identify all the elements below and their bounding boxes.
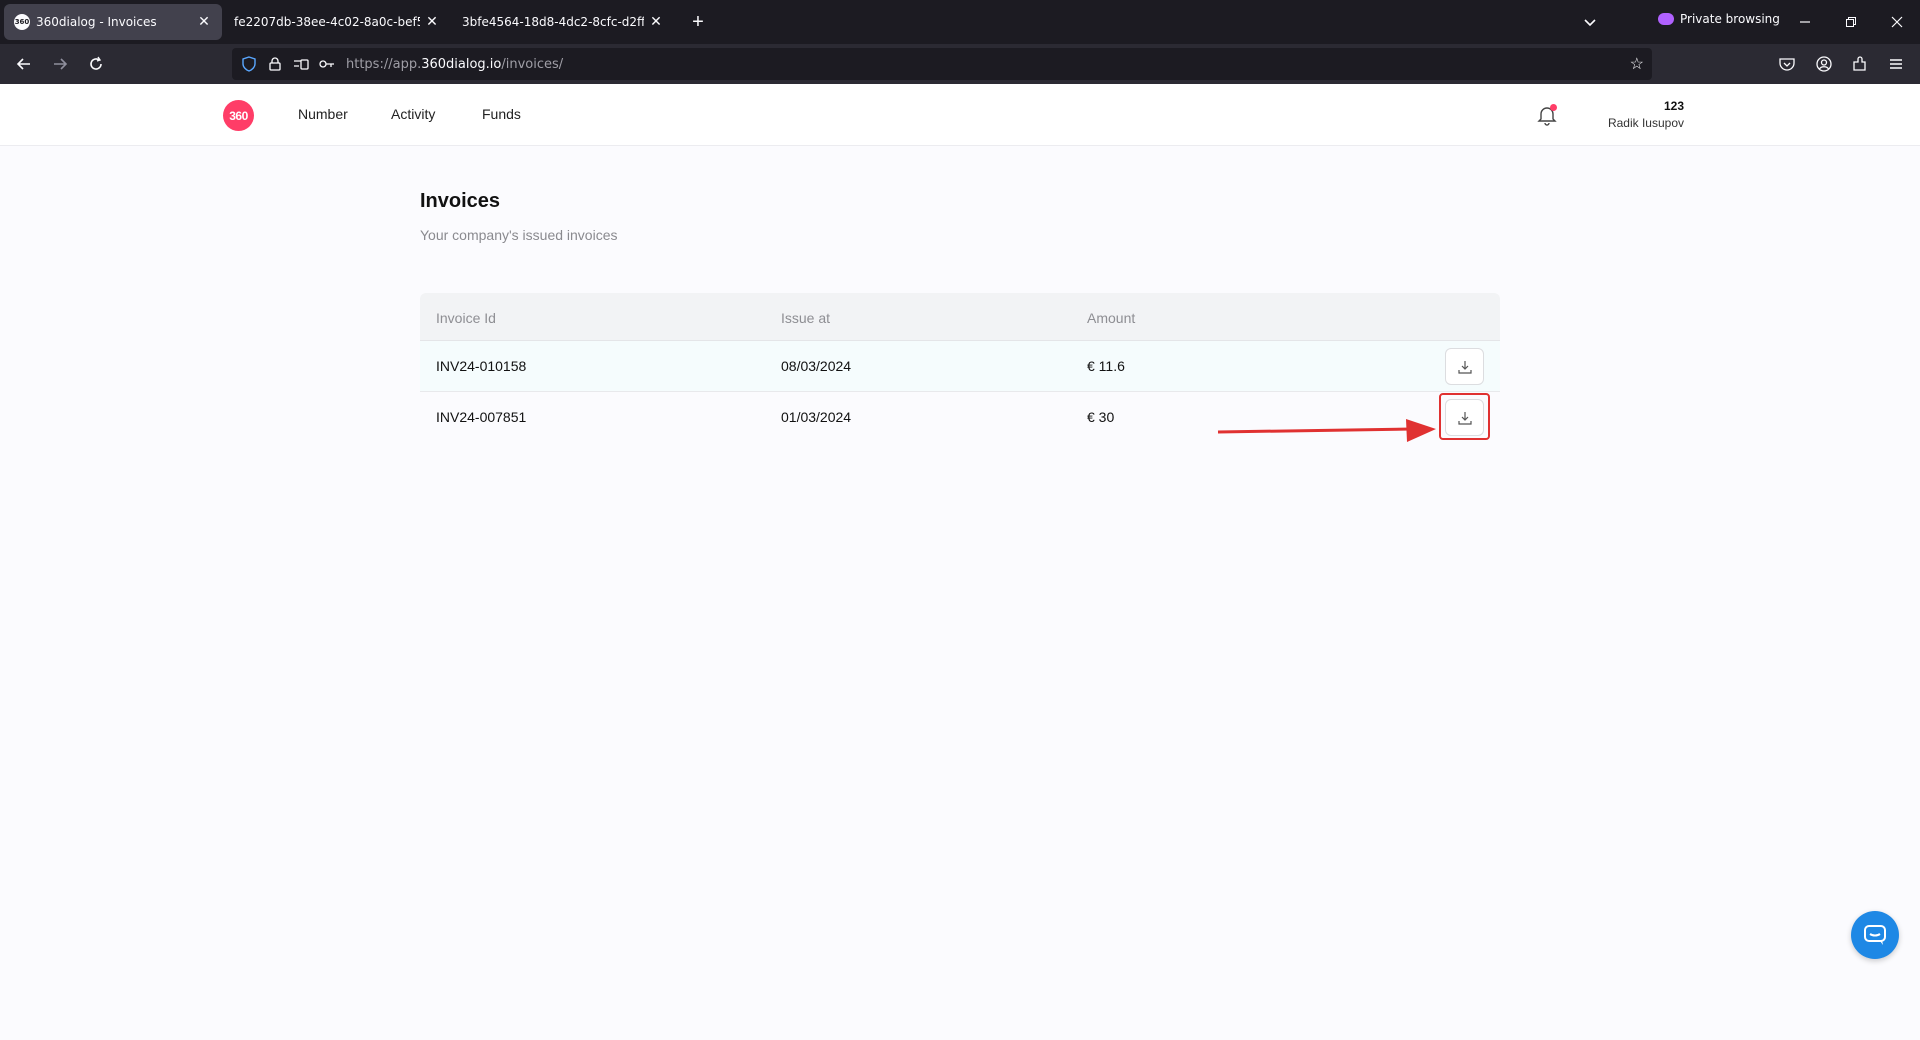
app-header: 360 Number Activity Funds 123 Radik Iusu… [0,84,1920,146]
issue-date: 08/03/2024 [781,358,852,374]
close-icon[interactable]: ✕ [196,14,212,30]
column-header-issue-at: Issue at [781,310,831,326]
back-button[interactable] [10,50,38,78]
table-header: Invoice Id Issue at Amount [420,293,1500,341]
user-number: 123 [1663,99,1684,113]
url-text: https://app.360dialog.io/invoices/ [346,56,564,72]
lock-icon[interactable] [266,55,284,73]
annotation-highlight-box [1439,393,1490,440]
invoice-amount: € 11.6 [1087,358,1125,374]
close-icon[interactable]: ✕ [424,14,440,30]
logo[interactable]: 360 [223,100,254,131]
tab-favicon: 360 [14,14,30,30]
shield-icon[interactable] [240,55,258,73]
tab-title: 360dialog - Invoices [36,15,157,29]
extensions-icon[interactable] [1850,54,1870,74]
tab-title: fe2207db-38ee-4c02-8a0c-bef5237b [234,15,420,29]
restore-icon [1846,17,1856,27]
invoice-id: INV24-007851 [436,409,527,425]
invoice-id: INV24-010158 [436,358,527,374]
menu-hamburger-icon[interactable] [1886,54,1906,74]
close-icon[interactable]: ✕ [648,14,664,30]
user-name: Radik Iusupov [1607,116,1684,130]
tab-second[interactable]: fe2207db-38ee-4c02-8a0c-bef5237b ✕ [224,4,450,40]
table-row: INV24-010158 08/03/2024 € 11.6 [420,341,1500,392]
key-icon[interactable] [318,55,336,73]
private-mask-icon [1658,13,1674,25]
forward-button[interactable] [46,50,74,78]
arrow-right-icon [54,58,68,70]
download-button[interactable] [1445,348,1484,385]
browser-nav-bar: https://app.360dialog.io/invoices/ ☆ [0,44,1920,84]
minimize-button[interactable] [1790,8,1820,36]
chevron-down-icon [1584,19,1596,27]
private-browsing-label: Private browsing [1680,12,1780,26]
window-close-button[interactable] [1882,8,1912,36]
reload-icon [90,56,102,70]
private-browsing-indicator: Private browsing [1658,12,1780,26]
permissions-icon[interactable] [292,55,310,73]
tab-invoices[interactable]: 360 360dialog - Invoices ✕ [4,4,222,40]
notifications-button[interactable] [1536,104,1558,126]
invoice-amount: € 30 [1087,409,1115,425]
column-header-invoice-id: Invoice Id [436,310,496,326]
restore-button[interactable] [1836,8,1866,36]
page-subtitle: Your company's issued invoices [420,227,618,243]
chat-icon [1864,925,1886,945]
tab-title: 3bfe4564-18d8-4dc2-8cfc-d2ffd17b [462,15,644,29]
url-bar[interactable]: https://app.360dialog.io/invoices/ ☆ [232,48,1652,80]
column-header-amount: Amount [1087,310,1136,326]
arrow-left-icon [16,58,30,70]
issue-date: 01/03/2024 [781,409,852,425]
account-icon[interactable] [1814,54,1834,74]
browser-tab-bar: 360 360dialog - Invoices ✕ fe2207db-38ee… [0,0,1920,44]
annotation-arrow-icon [1217,419,1436,442]
list-all-tabs-button[interactable] [1578,10,1602,34]
nav-funds[interactable]: Funds [482,106,521,122]
new-tab-button[interactable]: + [680,4,716,40]
user-menu[interactable]: 123 Radik Iusupov [1608,99,1684,130]
close-icon [1891,16,1903,28]
bookmark-star-icon[interactable]: ☆ [1630,54,1644,74]
chat-launcher-button[interactable] [1851,911,1899,959]
nav-number[interactable]: Number [298,106,348,122]
reload-button[interactable] [82,50,110,78]
download-icon [1457,360,1472,374]
tab-third[interactable]: 3bfe4564-18d8-4dc2-8cfc-d2ffd17b ✕ [452,4,674,40]
notification-dot [1550,104,1557,111]
nav-activity[interactable]: Activity [391,106,435,122]
page-title: Invoices [420,190,501,212]
minimize-icon [1800,21,1810,23]
pocket-icon[interactable] [1777,54,1797,74]
